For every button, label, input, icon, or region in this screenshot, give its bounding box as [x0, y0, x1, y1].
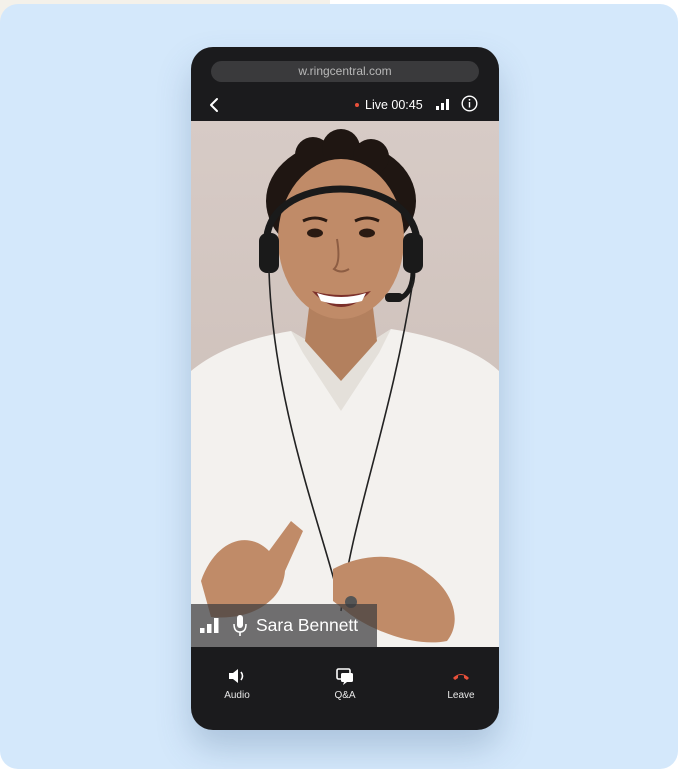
- speaker-name-tag: Sara Bennett: [191, 604, 377, 647]
- audio-label: Audio: [224, 690, 250, 701]
- meeting-top-bar: Live 00:45: [191, 89, 499, 121]
- leave-button[interactable]: Leave: [429, 667, 493, 711]
- url-bar[interactable]: w.ringcentral.com: [211, 61, 479, 82]
- meeting-controls: Audio Q&A Leave: [191, 647, 499, 730]
- live-indicator-dot: [355, 103, 359, 107]
- speaker-video: Sara Bennett: [191, 121, 499, 647]
- info-icon[interactable]: [461, 95, 478, 112]
- page: w.ringcentral.com Live 00:45 Sara Bennet…: [0, 0, 678, 769]
- audio-button[interactable]: Audio: [205, 667, 269, 711]
- back-icon[interactable]: [207, 95, 221, 115]
- speaker-video-image: [191, 129, 499, 647]
- phone-hangup-icon: [453, 674, 469, 680]
- signal-icon: [200, 618, 219, 633]
- signal-icon: [436, 99, 449, 110]
- speaker-icon: [229, 669, 244, 683]
- live-timer: Live 00:45: [365, 98, 423, 112]
- qa-label: Q&A: [334, 690, 356, 701]
- phone-mockup: w.ringcentral.com Live 00:45 Sara Bennet…: [191, 47, 499, 730]
- microphone-icon: [233, 615, 247, 636]
- leave-label: Leave: [447, 690, 475, 701]
- qa-icon: [336, 668, 353, 685]
- qa-button[interactable]: Q&A: [313, 667, 377, 711]
- speaker-name: Sara Bennett: [256, 615, 359, 635]
